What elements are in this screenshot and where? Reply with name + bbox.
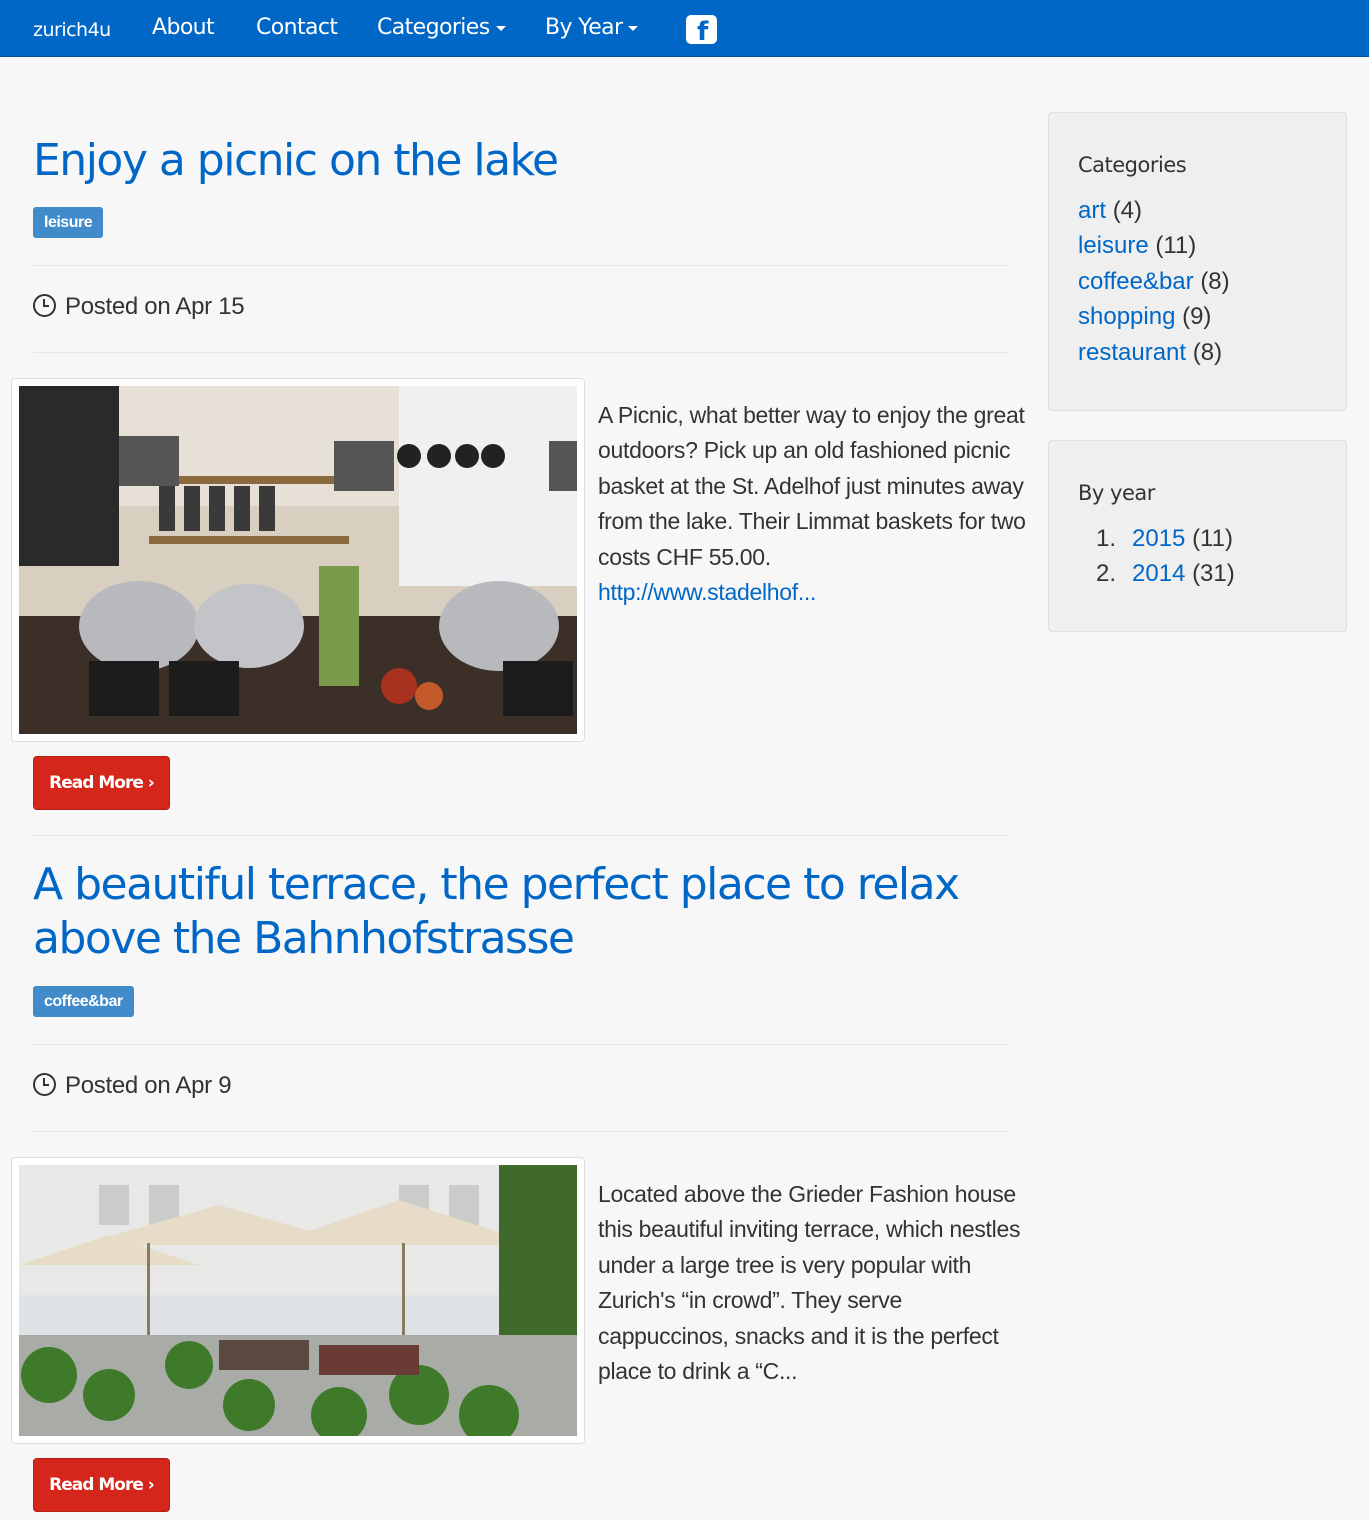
- category-link-shopping[interactable]: shopping: [1078, 303, 1175, 330]
- terrace-photo: [19, 1165, 577, 1436]
- category-link-art[interactable]: art: [1078, 197, 1106, 224]
- category-badge[interactable]: leisure: [33, 207, 104, 238]
- nav-categories-label: Categories: [377, 15, 490, 40]
- post-thumbnail[interactable]: [11, 378, 585, 742]
- nav-categories-dropdown[interactable]: Categories: [377, 15, 506, 40]
- clock-icon: [33, 294, 56, 317]
- divider: [33, 352, 1008, 353]
- category-badge[interactable]: coffee&bar: [33, 986, 134, 1017]
- divider: [33, 835, 1008, 836]
- nav-by-year-label: By Year: [545, 15, 623, 40]
- category-link-leisure[interactable]: leisure: [1078, 232, 1149, 259]
- kitchen-counter-illustration: [19, 386, 577, 734]
- chevron-right-icon: ›: [147, 773, 155, 793]
- widget-title: Categories: [1078, 153, 1187, 177]
- post-excerpt: Located above the Grieder Fashion house …: [598, 1181, 1021, 1385]
- kitchen-counter-photo: [19, 386, 577, 734]
- post-date: Posted on Apr 9: [33, 1071, 232, 1101]
- post-title[interactable]: A beautiful terrace, the perfect place t…: [33, 858, 993, 966]
- source-link[interactable]: http://www.stadelhof...: [598, 575, 1038, 610]
- year-link-2014[interactable]: 2014: [1132, 560, 1185, 587]
- by-year-widget: By year 1. 2015 (11) 2. 2014 (31): [1048, 440, 1347, 632]
- post-excerpt: A Picnic, what better way to enjoy the g…: [598, 398, 1038, 610]
- category-link-restaurant[interactable]: restaurant: [1078, 339, 1186, 366]
- list-item: art (4): [1078, 197, 1143, 224]
- list-item: shopping (9): [1078, 303, 1212, 331]
- divider: [33, 1131, 1008, 1132]
- facebook-icon[interactable]: f: [686, 15, 717, 47]
- list-item: leisure (11): [1078, 232, 1197, 260]
- divider: [33, 265, 1008, 266]
- chevron-down-icon: [628, 25, 639, 31]
- top-navbar: zurich4u About Contact Categories By Yea…: [0, 0, 1369, 57]
- list-item: 2. 2014 (31): [1096, 560, 1235, 588]
- post-thumbnail[interactable]: [11, 1157, 585, 1444]
- categories-widget: Categories art (4) leisure (11) coffee&b…: [1048, 112, 1347, 411]
- post-title[interactable]: Enjoy a picnic on the lake: [33, 134, 993, 188]
- brand-link[interactable]: zurich4u: [33, 19, 111, 41]
- divider: [33, 1044, 1008, 1045]
- category-link-coffee-bar[interactable]: coffee&bar: [1078, 268, 1194, 295]
- chevron-right-icon: ›: [147, 1475, 155, 1495]
- year-list: 1. 2015 (11) 2. 2014 (31): [1096, 521, 1235, 592]
- terrace-illustration: [19, 1165, 577, 1436]
- read-more-button[interactable]: Read More ›: [33, 1458, 170, 1512]
- nav-contact[interactable]: Contact: [256, 15, 338, 40]
- list-item: restaurant (8): [1078, 338, 1223, 366]
- category-list: art (4) leisure (11) coffee&bar (8) shop…: [1078, 193, 1230, 370]
- post-date: Posted on Apr 15: [33, 292, 245, 322]
- nav-about[interactable]: About: [152, 15, 215, 40]
- clock-icon: [33, 1073, 56, 1096]
- widget-title: By year: [1078, 481, 1155, 505]
- year-link-2015[interactable]: 2015: [1132, 525, 1185, 552]
- list-item: 1. 2015 (11): [1096, 525, 1233, 552]
- chevron-down-icon: [495, 25, 506, 31]
- read-more-button[interactable]: Read More ›: [33, 756, 170, 810]
- nav-by-year-dropdown[interactable]: By Year: [545, 15, 639, 40]
- list-item: coffee&bar (8): [1078, 267, 1230, 295]
